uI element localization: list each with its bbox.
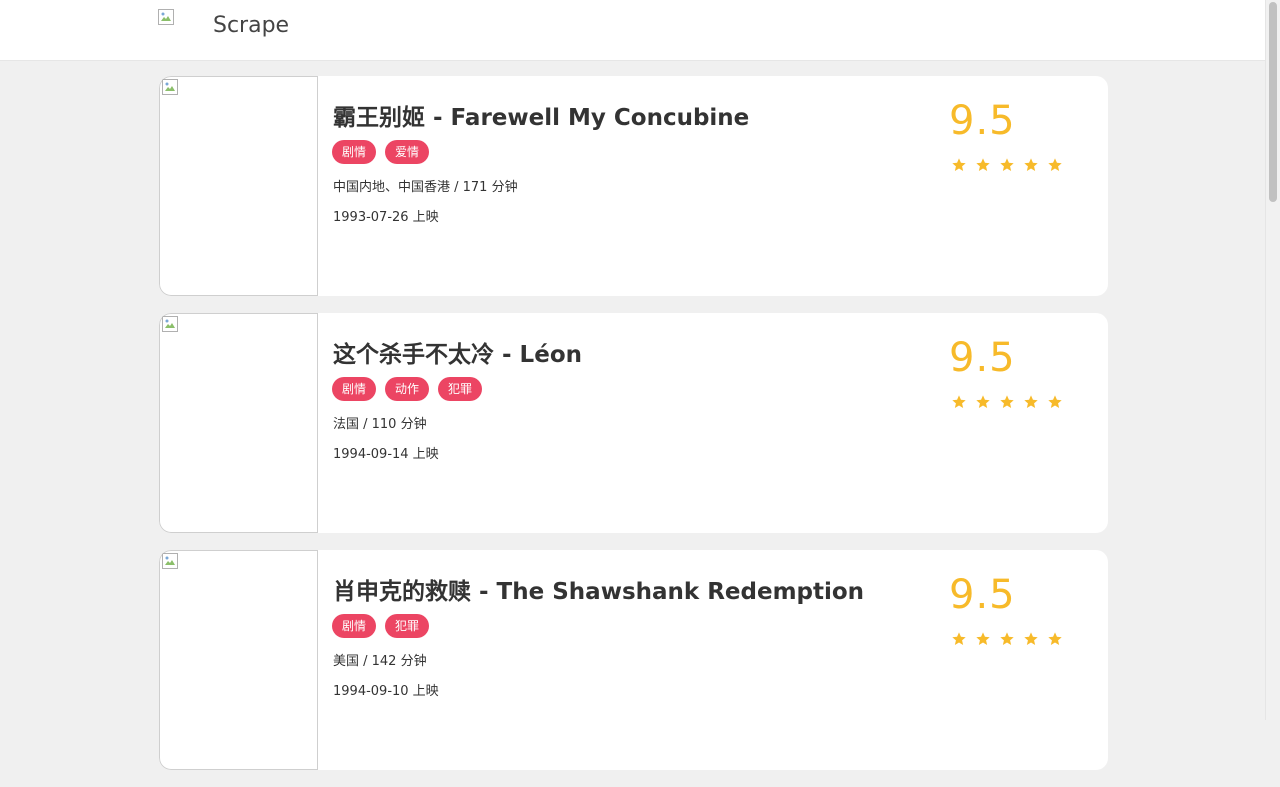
broken-image-icon (162, 79, 178, 95)
star-icon (1024, 395, 1038, 408)
movie-info: 美国 / 142 分钟 (333, 654, 427, 669)
movie-tag[interactable]: 剧情 (332, 377, 377, 401)
movie-tags: 剧情 动作 犯罪 (332, 377, 483, 401)
star-icon (1000, 632, 1014, 645)
movie-title[interactable]: 这个杀手不太冷 - Léon (333, 335, 582, 369)
movie-card: 霸王别姬 - Farewell My Concubine 剧情 爱情 中国内地、… (159, 76, 1108, 296)
scrollbar-thumb[interactable] (1269, 2, 1277, 202)
rating-stars (951, 157, 1063, 173)
movie-score: 9.5 (949, 335, 1016, 381)
movie-card: 肖申克的救赎 - The Shawshank Redemption 剧情 犯罪 … (159, 550, 1108, 770)
movie-tags: 剧情 犯罪 (332, 614, 430, 638)
star-icon (952, 632, 966, 645)
star-icon (1024, 632, 1038, 645)
star-icon (976, 158, 990, 171)
star-icon (1048, 395, 1062, 408)
star-icon (1024, 158, 1038, 171)
vertical-scrollbar[interactable] (1265, 0, 1280, 720)
movie-release-date: 1994-09-14 上映 (333, 447, 439, 462)
top-header: Scrape (0, 0, 1266, 61)
rating-stars (951, 394, 1063, 410)
star-icon (976, 395, 990, 408)
movie-tag[interactable]: 剧情 (332, 140, 377, 164)
star-icon (952, 395, 966, 408)
movie-score: 9.5 (949, 98, 1016, 144)
movie-list: 霸王别姬 - Farewell My Concubine 剧情 爱情 中国内地、… (159, 76, 1108, 787)
movie-poster[interactable] (159, 550, 318, 770)
star-icon (952, 158, 966, 171)
movie-card: 这个杀手不太冷 - Léon 剧情 动作 犯罪 法国 / 110 分钟 1994… (159, 313, 1108, 533)
star-icon (1000, 395, 1014, 408)
star-icon (976, 632, 990, 645)
movie-tag[interactable]: 犯罪 (438, 377, 483, 401)
star-icon (1048, 632, 1062, 645)
movie-tag[interactable]: 爱情 (385, 140, 430, 164)
movie-poster[interactable] (159, 76, 318, 296)
movie-title[interactable]: 肖申克的救赎 - The Shawshank Redemption (333, 572, 864, 606)
rating-stars (951, 631, 1063, 647)
movie-title[interactable]: 霸王别姬 - Farewell My Concubine (333, 98, 749, 132)
star-icon (1000, 158, 1014, 171)
movie-tag[interactable]: 剧情 (332, 614, 377, 638)
movie-score: 9.5 (949, 572, 1016, 618)
broken-image-icon (162, 553, 178, 569)
star-icon (1048, 158, 1062, 171)
movie-tag[interactable]: 动作 (385, 377, 430, 401)
brand-title[interactable]: Scrape (213, 13, 289, 38)
broken-image-icon[interactable] (158, 9, 174, 25)
movie-release-date: 1993-07-26 上映 (333, 210, 439, 225)
movie-info: 法国 / 110 分钟 (333, 417, 427, 432)
movie-release-date: 1994-09-10 上映 (333, 684, 439, 699)
movie-poster[interactable] (159, 313, 318, 533)
movie-info: 中国内地、中国香港 / 171 分钟 (333, 180, 518, 195)
movie-tag[interactable]: 犯罪 (385, 614, 430, 638)
broken-image-icon (162, 316, 178, 332)
movie-tags: 剧情 爱情 (332, 140, 430, 164)
